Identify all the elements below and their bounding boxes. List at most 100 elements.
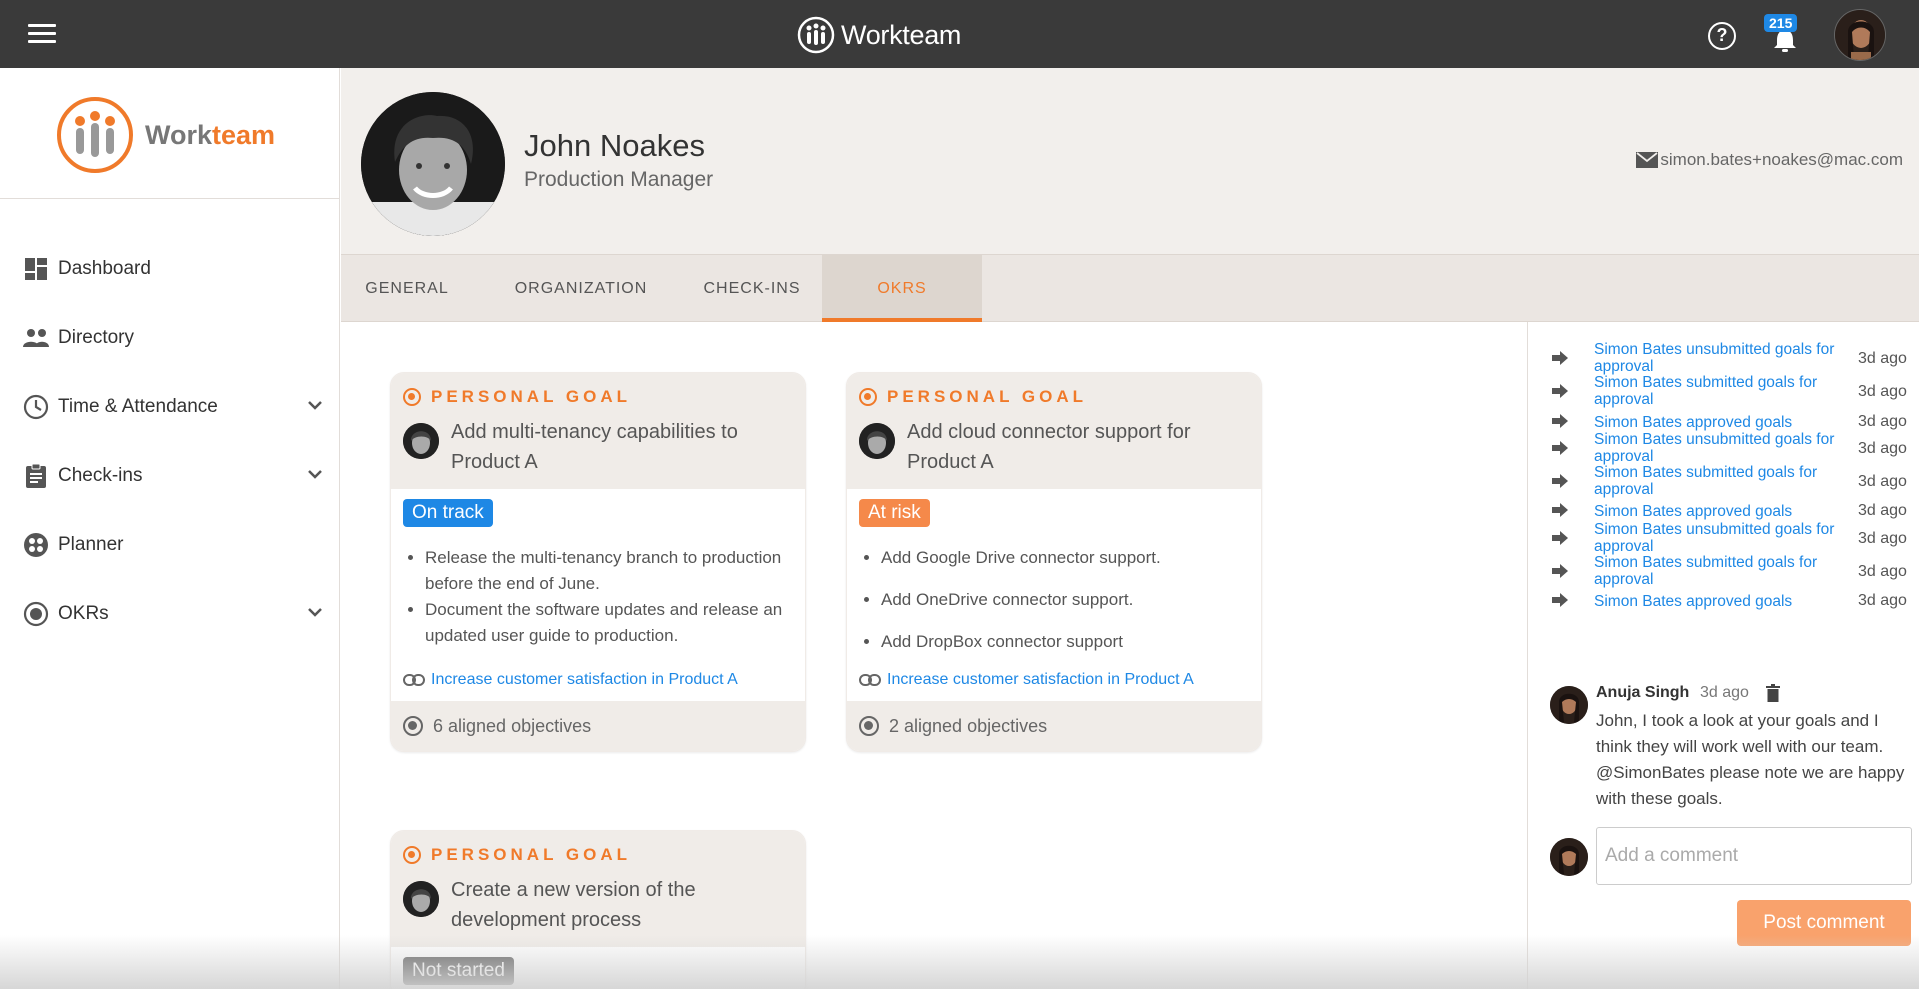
goal-card-body: Not started: [391, 947, 805, 989]
activity-time: 3d ago: [1858, 383, 1907, 400]
status-badge: Not started: [403, 957, 514, 985]
sidebar-item-directory[interactable]: Directory: [0, 303, 340, 372]
tab-general[interactable]: GENERAL: [353, 255, 461, 322]
goal-card-body: At risk Add Google Drive connector suppo…: [847, 489, 1261, 701]
target-icon: [859, 716, 879, 736]
goal-title[interactable]: Add cloud connector support for Product …: [907, 417, 1249, 477]
people-icon: [22, 324, 50, 352]
aligned-goal-text: Increase customer satisfaction in Produc…: [887, 671, 1194, 688]
key-result: Add DropBox connector support: [881, 629, 1249, 655]
brand-name: Workteam: [841, 19, 962, 50]
activity-text[interactable]: Simon Bates approved goals: [1594, 593, 1856, 610]
sidebar-nav: Dashboard Directory Time & Attendance Ch…: [0, 234, 340, 648]
help-icon[interactable]: ?: [1708, 22, 1736, 50]
sidebar-logo-text: Workteam: [145, 120, 275, 151]
tab-check-ins[interactable]: CHECK-INS: [689, 255, 815, 322]
top-bar: Workteam ? 215: [0, 0, 1919, 68]
user-avatar[interactable]: [1834, 9, 1886, 61]
owner-avatar: [859, 423, 895, 459]
hamburger-menu-icon[interactable]: [28, 24, 56, 44]
status-badge: At risk: [859, 499, 930, 527]
activity-time: 3d ago: [1858, 563, 1907, 580]
activity-text[interactable]: Simon Bates submitted goals for approval: [1594, 464, 1856, 498]
aligned-objectives[interactable]: 2 aligned objectives: [847, 701, 1261, 751]
goal-title[interactable]: Add multi-tenancy capabilities to Produc…: [451, 417, 793, 477]
activity-item: Simon Bates unsubmitted goals for approv…: [1528, 340, 1919, 376]
sidebar-item-check-ins[interactable]: Check-ins: [0, 441, 340, 510]
owner-avatar: [403, 881, 439, 917]
key-result: Document the software updates and releas…: [425, 597, 793, 649]
goal-card[interactable]: PERSONAL GOAL Add cloud connector suppor…: [846, 372, 1262, 752]
profile-email[interactable]: simon.bates+noakes@mac.com: [1636, 150, 1903, 170]
activity-time: 3d ago: [1858, 413, 1907, 430]
notification-badge: 215: [1764, 14, 1798, 32]
target-icon: [22, 600, 50, 628]
link-icon: [403, 674, 425, 686]
comment-input[interactable]: [1596, 827, 1912, 885]
sidebar-item-okrs[interactable]: OKRs: [0, 579, 340, 648]
activity-time: 3d ago: [1858, 502, 1907, 519]
sidebar-divider: [0, 198, 340, 199]
sidebar-item-time-attendance[interactable]: Time & Attendance: [0, 372, 340, 441]
notifications-button[interactable]: 215: [1760, 14, 1808, 54]
activity-text[interactable]: Simon Bates submitted goals for approval: [1594, 374, 1856, 408]
profile-name: John Noakes: [524, 128, 705, 163]
aligned-objectives[interactable]: 6 aligned objectives: [391, 701, 805, 751]
sidebar-item-label: Dashboard: [58, 257, 151, 279]
sidebar-item-planner[interactable]: Planner: [0, 510, 340, 579]
arrow-right-icon: [1552, 441, 1568, 455]
arrow-right-icon: [1552, 564, 1568, 578]
arrow-right-icon: [1552, 531, 1568, 545]
activity-time: 3d ago: [1858, 592, 1907, 609]
goal-type-text: PERSONAL GOAL: [887, 387, 1087, 406]
chevron-down-icon[interactable]: [306, 465, 324, 483]
chevron-down-icon[interactable]: [306, 396, 324, 414]
my-avatar: [1550, 838, 1588, 876]
aligned-count: 6 aligned objectives: [433, 715, 592, 736]
activity-text[interactable]: Simon Bates unsubmitted goals for approv…: [1594, 521, 1856, 555]
goal-card[interactable]: PERSONAL GOAL Add multi-tenancy capabili…: [390, 372, 806, 752]
key-results-list: Release the multi-tenancy branch to prod…: [403, 545, 793, 649]
goal-card-header: PERSONAL GOAL Add cloud connector suppor…: [847, 373, 1261, 489]
profile-header: John Noakes Production Manager simon.bat…: [341, 68, 1919, 254]
trash-icon[interactable]: [1766, 684, 1780, 702]
activity-text[interactable]: Simon Bates approved goals: [1594, 503, 1856, 520]
activity-text[interactable]: Simon Bates unsubmitted goals for approv…: [1594, 431, 1856, 465]
key-result: Add Google Drive connector support.: [881, 545, 1249, 571]
arrow-right-icon: [1552, 593, 1568, 607]
sidebar-item-label: Directory: [58, 326, 135, 348]
comment-time: 3d ago: [1700, 684, 1749, 701]
key-result: Add OneDrive connector support.: [881, 587, 1249, 613]
sidebar-item-dashboard[interactable]: Dashboard: [0, 234, 340, 303]
activity-text[interactable]: Simon Bates submitted goals for approval: [1594, 554, 1856, 588]
activity-text[interactable]: Simon Bates unsubmitted goals for approv…: [1594, 341, 1856, 375]
goal-target-icon: [403, 388, 421, 406]
chevron-down-icon[interactable]: [306, 603, 324, 621]
clock-icon: [22, 393, 50, 421]
activity-item: Simon Bates unsubmitted goals for approv…: [1528, 520, 1919, 556]
arrow-right-icon: [1552, 351, 1568, 365]
goal-card[interactable]: PERSONAL GOAL Create a new version of th…: [390, 830, 806, 989]
activity-item: Simon Bates approved goals 3d ago: [1528, 589, 1919, 625]
goal-type-text: PERSONAL GOAL: [431, 387, 631, 406]
tab-okrs[interactable]: OKRS: [822, 255, 982, 322]
goal-card-header: PERSONAL GOAL Create a new version of th…: [391, 831, 805, 947]
dashboard-icon: [22, 255, 50, 283]
goal-title[interactable]: Create a new version of the development …: [451, 875, 793, 935]
comment-text: John, I took a look at your goals and I …: [1596, 711, 1905, 808]
activity-text[interactable]: Simon Bates approved goals: [1594, 414, 1856, 431]
post-comment-button[interactable]: Post comment: [1737, 900, 1911, 946]
goal-type-text: PERSONAL GOAL: [431, 845, 631, 864]
activity-panel: Simon Bates unsubmitted goals for approv…: [1527, 322, 1919, 989]
tab-organization[interactable]: ORGANIZATION: [491, 255, 671, 322]
activity-item: Simon Bates submitted goals for approval…: [1528, 553, 1919, 589]
aligned-goal-link[interactable]: Increase customer satisfaction in Produc…: [403, 671, 793, 689]
activity-item: Simon Bates submitted goals for approval…: [1528, 373, 1919, 409]
sidebar-item-label: OKRs: [58, 602, 109, 624]
key-result: Release the multi-tenancy branch to prod…: [425, 545, 793, 597]
aligned-goal-link[interactable]: Increase customer satisfaction in Produc…: [859, 671, 1249, 689]
goal-card-header: PERSONAL GOAL Add multi-tenancy capabili…: [391, 373, 805, 489]
goal-target-icon: [859, 388, 877, 406]
activity-time: 3d ago: [1858, 530, 1907, 547]
sidebar-logo[interactable]: Workteam: [55, 94, 275, 176]
